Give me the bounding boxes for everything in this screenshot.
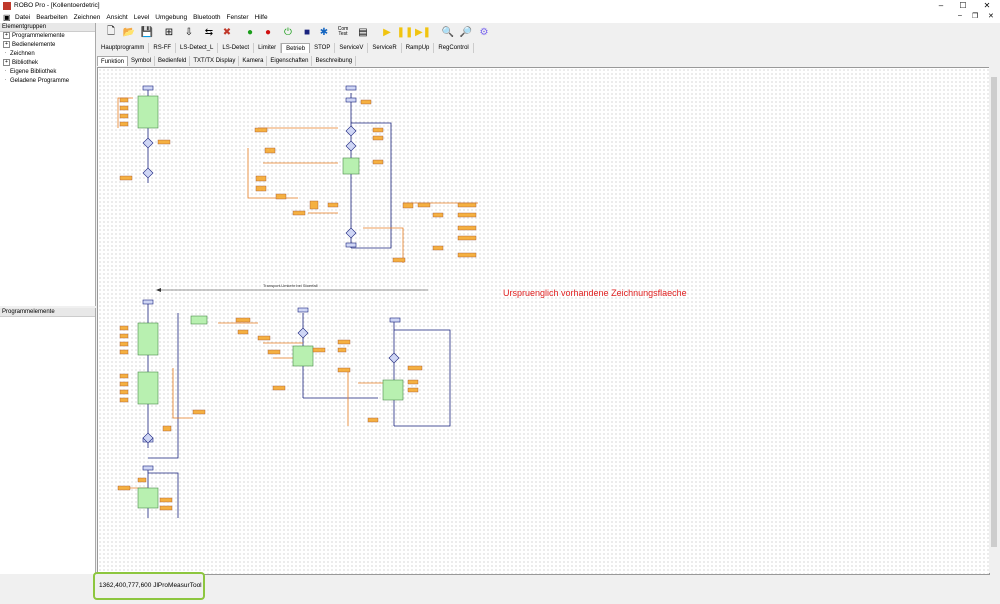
window-title: ROBO Pro - [Kollentoerdetric] — [14, 2, 100, 9]
menu-ansicht[interactable]: Ansicht — [106, 14, 127, 21]
expand-icon[interactable]: + — [3, 41, 10, 49]
tab-servicev[interactable]: ServiceV — [335, 43, 369, 53]
tab-limiter[interactable]: Limiter — [254, 43, 282, 53]
element-groups-panel: Elementgruppen + Programmelemente + Bedien… — [0, 23, 96, 306]
window-icon[interactable]: ▤ — [356, 25, 370, 39]
zoom-out-icon[interactable]: 🔍 — [441, 25, 455, 39]
step-icon[interactable]: ⊞ — [162, 25, 176, 39]
tab-regcontrol[interactable]: RegControl — [434, 43, 474, 53]
title-bar: ROBO Pro - [Kollentoerdetric] – ☐ ✕ — [0, 0, 1000, 12]
tree-item-eigene-bibliothek[interactable]: · Eigene Bibliothek — [0, 68, 95, 77]
menu-bar: ▣ Datei Bearbeiten Zeichnen Ansicht Leve… — [0, 12, 1000, 23]
tree-item-zeichnen[interactable]: · Zeichnen — [0, 50, 95, 59]
tab-eigenschaften[interactable]: Eigenschaften — [267, 56, 313, 66]
tab-kamera[interactable]: Kamera — [239, 56, 268, 66]
document-icon[interactable]: ▣ — [3, 13, 11, 22]
online-icon[interactable]: ⏻ — [281, 25, 295, 39]
zoom-in-icon[interactable]: 🔎 — [459, 25, 473, 39]
menu-hilfe[interactable]: Hilfe — [255, 14, 268, 21]
expand-icon[interactable]: + — [3, 59, 10, 67]
view-tabs: Funktion Symbol Bedienfeld TXT/TX Displa… — [97, 56, 357, 66]
program-flowchart: Transport-Umkehr bei Stoerfall — [117, 85, 478, 518]
step-run-icon[interactable]: ▶❚ — [415, 25, 431, 39]
mdi-minimize-button[interactable]: – — [958, 12, 962, 19]
menu-datei[interactable]: Datei — [15, 14, 30, 21]
leaf-icon: · — [4, 77, 7, 84]
tree-item-programmelemente[interactable]: + Programmelemente — [0, 32, 95, 41]
menu-bluetooth[interactable]: Bluetooth — [193, 14, 220, 21]
new-icon[interactable]: 🗋 — [104, 25, 118, 39]
close-button[interactable]: ✕ — [978, 0, 996, 12]
open-icon[interactable]: 📂 — [122, 25, 136, 39]
maximize-button[interactable]: ☐ — [954, 0, 972, 12]
debug-icon[interactable]: ⚙ — [477, 25, 491, 39]
leaf-icon: · — [4, 50, 7, 57]
tab-betrieb[interactable]: Betrieb — [281, 43, 311, 53]
program-elements-panel: Programmelemente — [0, 308, 96, 574]
pause-icon[interactable]: ❚❚ — [397, 25, 414, 39]
menu-zeichnen[interactable]: Zeichnen — [74, 14, 101, 21]
app-icon — [3, 2, 11, 10]
status-text: 1362,400,777,600 JlProMeasurTool — [99, 582, 202, 589]
menu-bearbeiten[interactable]: Bearbeiten — [36, 14, 67, 21]
save-icon[interactable]: 💾 — [140, 25, 154, 39]
panel-header: Programmelemente — [0, 308, 95, 317]
start-icon[interactable]: ● — [243, 25, 257, 39]
tab-ls-detect-l[interactable]: LS-Detect_L — [176, 43, 219, 53]
tab-funktion[interactable]: Funktion — [97, 56, 129, 66]
tree-item-bibliothek[interactable]: + Bibliothek — [0, 59, 95, 68]
run-icon[interactable]: ▶ — [380, 25, 394, 39]
vertical-scrollbar[interactable] — [989, 67, 999, 573]
delete-icon[interactable]: ✖ — [220, 25, 234, 39]
tab-bedienfeld[interactable]: Bedienfeld — [155, 56, 191, 66]
tab-rs-ff[interactable]: RS-FF — [149, 43, 177, 53]
tree-item-geladene-programme[interactable]: · Geladene Programme — [0, 77, 95, 86]
subprogram-tabs: Hauptprogramm RS-FF LS-Detect_L LS-Detec… — [97, 43, 474, 53]
drawing-area-annotation: Urspruenglich vorhandene Zeichnungsflaec… — [503, 288, 687, 298]
tab-hauptprogramm[interactable]: Hauptprogramm — [97, 43, 150, 53]
tab-servicer[interactable]: ServiceR — [368, 43, 402, 53]
tab-symbol[interactable]: Symbol — [128, 56, 156, 66]
stop-icon[interactable]: ● — [261, 25, 275, 39]
panel-header: Elementgruppen — [0, 23, 95, 32]
tab-beschreibung[interactable]: Beschreibung — [312, 56, 357, 66]
compare-icon[interactable]: ⇆ — [202, 25, 216, 39]
mdi-restore-button[interactable]: ❐ — [972, 12, 978, 20]
drawing-canvas[interactable]: Transport-Umkehr bei Stoerfall — [97, 67, 990, 575]
toolbar: 🗋 📂 💾 ⊞ ⇩ ⇆ ✖ ● ● ⏻ ■ ✱ Com Test ▤ ▶ ❚❚ … — [96, 23, 1000, 42]
download-icon[interactable]: ⇩ — [182, 25, 196, 39]
tab-ls-detect[interactable]: LS-Detect — [218, 43, 255, 53]
tree-item-bedienelemente[interactable]: + Bedienelemente — [0, 41, 95, 50]
minimize-button[interactable]: – — [932, 0, 950, 12]
com-test-icon[interactable]: Com Test — [336, 25, 350, 39]
tab-stop[interactable]: STOP — [310, 43, 336, 53]
tab-txt-display[interactable]: TXT/TX Display — [190, 56, 240, 66]
menu-level[interactable]: Level — [134, 14, 150, 21]
menu-umgebung[interactable]: Umgebung — [155, 14, 187, 21]
arrow-label: Transport-Umkehr bei Stoerfall — [263, 283, 318, 288]
tab-rampup[interactable]: RampUp — [402, 43, 435, 53]
menu-fenster[interactable]: Fenster — [227, 14, 249, 21]
bluetooth-icon[interactable]: ✱ — [317, 25, 331, 39]
leaf-icon: · — [4, 68, 7, 75]
expand-icon[interactable]: + — [3, 32, 10, 39]
scrollbar-thumb[interactable] — [991, 77, 997, 547]
com-usb-icon[interactable]: ■ — [300, 25, 314, 39]
status-bar: 1362,400,777,600 JlProMeasurTool — [93, 572, 205, 600]
mdi-close-button[interactable]: ✕ — [988, 12, 994, 20]
